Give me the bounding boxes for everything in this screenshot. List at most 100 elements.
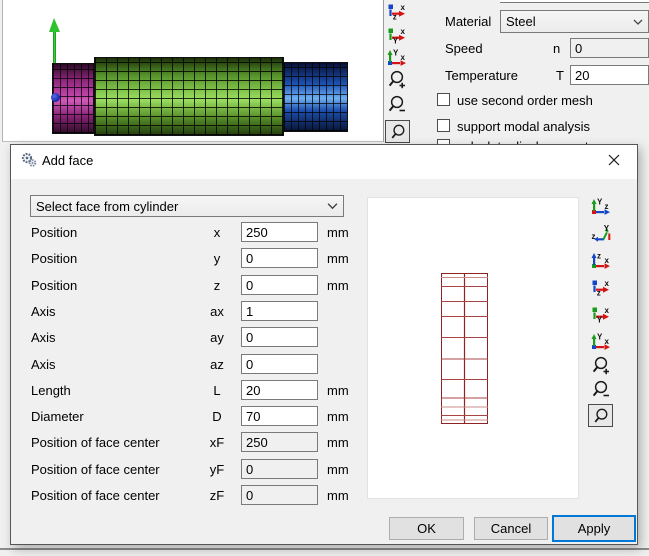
row-symbol: z — [213, 278, 221, 293]
window-bottom-divider — [0, 548, 649, 550]
row-face-center-z: Position of face center zF mm — [11, 485, 371, 506]
face-select-value: Select face from cylinder — [36, 198, 179, 214]
face-center-z-input[interactable] — [241, 485, 318, 505]
add-face-dialog-icon — [21, 152, 37, 167]
zoom-out-button[interactable] — [386, 95, 408, 114]
temperature-symbol: T — [556, 68, 564, 83]
viewport-3d[interactable] — [2, 0, 384, 142]
zoom-out-icon — [388, 95, 405, 111]
svg-text:z: z — [597, 289, 601, 297]
axis-view-zx-button[interactable]: zx — [590, 251, 612, 270]
temperature-input[interactable] — [570, 65, 649, 85]
main-window: zx Yx Yx Material Steel Speed n 0 Temper… — [0, 0, 649, 556]
temperature-label: Temperature — [445, 68, 518, 83]
cancel-button[interactable]: Cancel — [474, 517, 548, 540]
row-label: Position of face center — [31, 488, 160, 503]
preview-zoom-fit-button[interactable] — [588, 404, 613, 427]
zoom-fit-icon — [391, 124, 404, 139]
svg-text:x: x — [401, 53, 406, 62]
axis-view-xz-icon: zx — [592, 279, 610, 297]
axis-ax-input[interactable] — [241, 301, 318, 321]
axis-az-input[interactable] — [241, 354, 318, 374]
axis-view-xz-icon: zx — [388, 3, 406, 20]
row-face-center-x: Position of face center xF mm — [11, 432, 371, 453]
axis-view-zx-icon: zx — [591, 252, 610, 269]
row-label: Axis — [31, 330, 56, 345]
face-center-x-input[interactable] — [241, 432, 318, 452]
axis-view-xz-button[interactable]: zx — [590, 278, 612, 297]
axis-ay-input[interactable] — [241, 327, 318, 347]
row-symbol: D — [212, 409, 222, 424]
shaft-segment-blue — [283, 62, 348, 132]
dialog-titlebar[interactable]: Add face — [11, 145, 637, 179]
material-dropdown[interactable]: Steel — [500, 10, 649, 33]
face-preview-wireframe — [441, 273, 488, 424]
position-y-input[interactable] — [241, 248, 318, 268]
position-x-input[interactable] — [241, 222, 318, 242]
axis-view-yz-button[interactable]: Yz — [590, 197, 612, 216]
second-order-mesh-label: use second order mesh — [457, 93, 593, 108]
add-face-dialog: Add face Select face from cylinder Posit… — [10, 144, 638, 545]
chevron-down-icon — [327, 203, 338, 210]
material-value: Steel — [506, 14, 536, 29]
row-diameter: Diameter D mm — [11, 406, 371, 427]
axis-view-yx-button[interactable]: Yx — [590, 332, 612, 351]
length-input[interactable] — [241, 380, 318, 400]
row-position-x: Position x mm — [11, 222, 371, 243]
diameter-input[interactable] — [241, 406, 318, 426]
preview-zoom-out-button[interactable] — [590, 380, 612, 399]
svg-text:x: x — [605, 279, 610, 288]
row-label: Length — [31, 383, 71, 398]
svg-text:x: x — [605, 306, 610, 315]
ok-button[interactable]: OK — [389, 517, 464, 540]
modal-analysis-checkbox[interactable] — [437, 119, 450, 132]
svg-text:Y: Y — [597, 316, 603, 324]
svg-text:x: x — [605, 337, 610, 346]
row-unit: mm — [327, 435, 349, 450]
axis-view-yz-icon: Yz — [591, 198, 610, 215]
row-label: Position of face center — [31, 462, 160, 477]
row-unit: mm — [327, 462, 349, 477]
row-unit: mm — [327, 383, 349, 398]
close-button[interactable] — [592, 145, 636, 175]
svg-text:x: x — [401, 27, 406, 36]
dialog-title: Add face — [42, 153, 94, 168]
position-z-input[interactable] — [241, 275, 318, 295]
face-center-y-input[interactable] — [241, 459, 318, 479]
row-symbol: yF — [209, 462, 225, 477]
svg-text:z: z — [597, 252, 601, 261]
row-symbol: xF — [209, 435, 225, 450]
zoom-in-button[interactable] — [386, 70, 408, 89]
row-length: Length L mm — [11, 380, 371, 401]
row-label: Axis — [31, 304, 56, 319]
axis-view-xz-button[interactable]: zx — [386, 2, 408, 21]
apply-button[interactable]: Apply — [552, 515, 636, 542]
y-axis-arrowhead-icon — [49, 18, 60, 32]
origin-point — [51, 93, 60, 102]
row-label: Position of face center — [31, 435, 160, 450]
speed-input[interactable] — [570, 38, 649, 58]
row-unit: mm — [327, 488, 349, 503]
axis-view-iso-button[interactable]: z Y — [590, 224, 612, 243]
axis-view-xy-button[interactable]: Yx — [590, 305, 612, 324]
face-select-dropdown[interactable]: Select face from cylinder — [30, 195, 344, 217]
row-position-y: Position y mm — [11, 248, 371, 269]
row-symbol: ax — [210, 304, 224, 319]
axis-view-yx-button[interactable]: Yx — [386, 48, 408, 67]
row-symbol: ay — [210, 330, 224, 345]
second-order-mesh-checkbox[interactable] — [437, 93, 450, 106]
zoom-fit-button[interactable] — [385, 120, 410, 143]
svg-text:Y: Y — [393, 49, 399, 58]
preview-zoom-in-button[interactable] — [590, 356, 612, 375]
axis-view-iso-icon: z Y — [592, 225, 611, 242]
row-face-center-y: Position of face center yF mm — [11, 459, 371, 480]
close-icon — [608, 154, 620, 166]
row-symbol: x — [213, 225, 221, 240]
row-unit: mm — [327, 225, 349, 240]
row-label: Axis — [31, 357, 56, 372]
row-axis-az: Axis az — [11, 354, 371, 375]
face-preview-canvas[interactable] — [367, 197, 579, 499]
axis-view-xy-button[interactable]: Yx — [386, 26, 408, 45]
zoom-out-icon — [592, 380, 609, 396]
clipped-top-field — [500, 0, 649, 3]
